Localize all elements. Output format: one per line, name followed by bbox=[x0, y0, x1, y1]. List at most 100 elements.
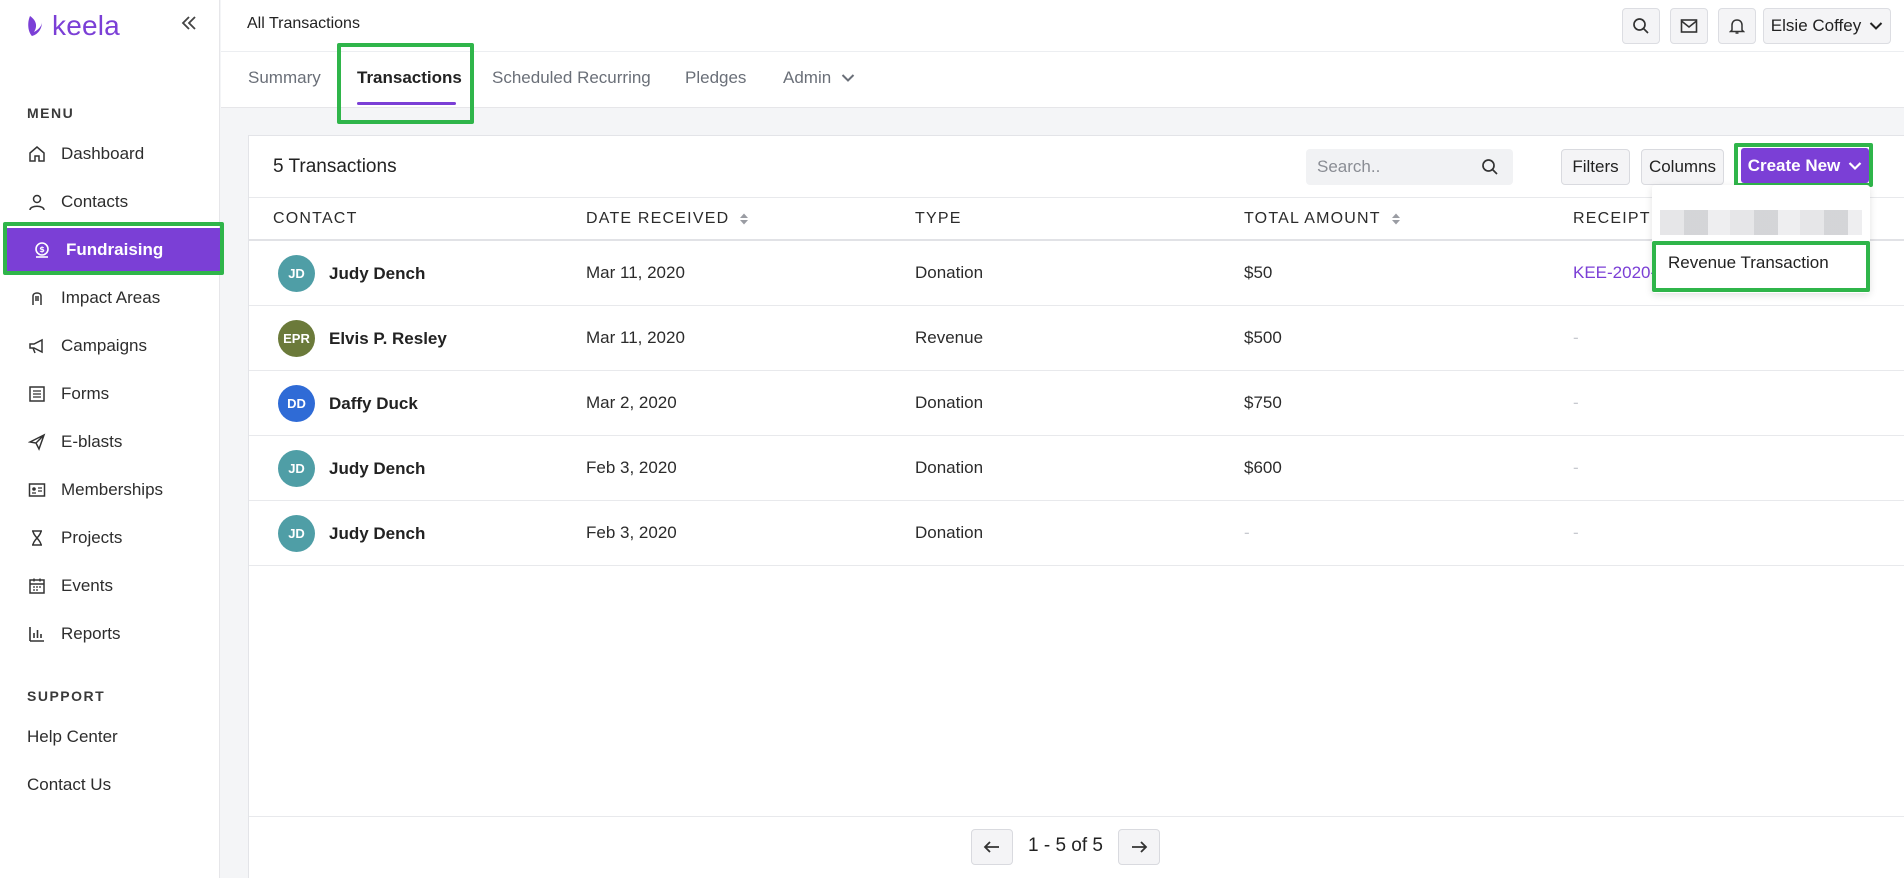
contact-name[interactable]: Judy Dench bbox=[329, 264, 425, 284]
contact-name[interactable]: Daffy Duck bbox=[329, 394, 418, 414]
sidebar-item-projects[interactable]: Projects bbox=[0, 516, 220, 560]
svg-text:$: $ bbox=[39, 245, 45, 254]
receipt-link[interactable]: KEE-2020- bbox=[1573, 263, 1656, 283]
notifications-button[interactable] bbox=[1718, 8, 1756, 44]
column-header-total-amount[interactable]: TOTAL AMOUNT bbox=[1244, 210, 1401, 228]
sidebar-item-contacts[interactable]: Contacts bbox=[0, 180, 220, 224]
table-row[interactable]: EPR Elvis P. Resley Mar 11, 2020 Revenue… bbox=[249, 306, 1904, 371]
table-row[interactable]: JD Judy Dench Feb 3, 2020 Donation - - bbox=[249, 501, 1904, 566]
column-header-contact[interactable]: CONTACT bbox=[273, 210, 358, 228]
home-icon bbox=[27, 144, 47, 164]
contact-cell[interactable]: JD Judy Dench bbox=[278, 450, 425, 487]
tab-pledges[interactable]: Pledges bbox=[685, 68, 746, 88]
receipt-cell: - bbox=[1573, 328, 1579, 347]
sidebar-item-memberships[interactable]: Memberships bbox=[0, 468, 220, 512]
bell-icon bbox=[1729, 19, 1745, 34]
search-field[interactable] bbox=[1306, 149, 1513, 185]
filters-button[interactable]: Filters bbox=[1561, 149, 1630, 185]
messages-button[interactable] bbox=[1670, 8, 1708, 44]
redacted-menu-item[interactable] bbox=[1660, 210, 1862, 235]
sidebar-item-events[interactable]: Events bbox=[0, 564, 220, 608]
column-header-receipt[interactable]: RECEIPT bbox=[1573, 210, 1651, 228]
logo-text: keela bbox=[52, 10, 120, 41]
previous-page-button[interactable] bbox=[971, 829, 1013, 865]
sidebar-item-label: Campaigns bbox=[61, 336, 147, 355]
top-header: All Transactions Elsie Coffey bbox=[221, 0, 1904, 52]
contact-name[interactable]: Judy Dench bbox=[329, 524, 425, 544]
collapse-sidebar-icon[interactable] bbox=[178, 12, 200, 34]
arrow-right-icon bbox=[1132, 841, 1148, 853]
contact-name[interactable]: Judy Dench bbox=[329, 459, 425, 479]
column-header-label: RECEIPT bbox=[1573, 210, 1651, 227]
sidebar-item-label: Contacts bbox=[61, 192, 129, 211]
amount-cell: $600 bbox=[1244, 458, 1282, 477]
receipt-cell: - bbox=[1573, 393, 1579, 412]
type-cell: Revenue bbox=[915, 328, 984, 347]
sidebar-item-label: Projects bbox=[61, 528, 123, 547]
avatar: JD bbox=[278, 255, 315, 292]
form-icon bbox=[27, 384, 47, 404]
contact-cell[interactable]: DD Daffy Duck bbox=[278, 385, 418, 422]
contact-cell[interactable]: EPR Elvis P. Resley bbox=[278, 320, 447, 357]
sidebar-item-forms[interactable]: Forms bbox=[0, 372, 220, 416]
amount-cell: - bbox=[1244, 523, 1250, 542]
search-icon bbox=[1633, 18, 1649, 34]
tab-scheduled-recurring[interactable]: Scheduled Recurring bbox=[492, 68, 651, 88]
contact-cell[interactable]: JD Judy Dench bbox=[278, 515, 425, 552]
page-title: All Transactions bbox=[247, 15, 360, 32]
support-label: SUPPORT bbox=[27, 688, 106, 704]
keela-logo[interactable]: keela bbox=[26, 10, 120, 42]
sidebar-item-e-blasts[interactable]: E-blasts bbox=[0, 420, 220, 464]
transactions-count-title: 5 Transactions bbox=[273, 156, 397, 177]
money-icon: $ bbox=[32, 240, 52, 260]
sidebar-item-fundraising[interactable]: $ Fundraising bbox=[5, 228, 221, 272]
column-header-label: TOTAL AMOUNT bbox=[1244, 210, 1381, 227]
tab-transactions[interactable]: Transactions bbox=[357, 68, 462, 88]
sidebar-item-impact-areas[interactable]: Impact Areas bbox=[0, 276, 220, 320]
pagination-status: 1 - 5 of 5 bbox=[1028, 835, 1103, 856]
date-cell: Mar 11, 2020 bbox=[586, 263, 685, 282]
create-new-dropdown-menu bbox=[1652, 185, 1870, 293]
date-cell: Mar 2, 2020 bbox=[586, 393, 677, 412]
table-row[interactable]: JD Judy Dench Feb 3, 2020 Donation $600 … bbox=[249, 436, 1904, 501]
sidebar-item-dashboard[interactable]: Dashboard bbox=[0, 132, 220, 176]
contact-cell[interactable]: JD Judy Dench bbox=[278, 255, 425, 292]
sidebar-item-campaigns[interactable]: Campaigns bbox=[0, 324, 220, 368]
paper-plane-icon bbox=[27, 432, 47, 452]
search-input[interactable] bbox=[1317, 157, 1477, 177]
next-page-button[interactable] bbox=[1118, 829, 1160, 865]
column-header-date-received[interactable]: DATE RECEIVED bbox=[586, 210, 749, 228]
table-row[interactable]: DD Daffy Duck Mar 2, 2020 Donation $750 … bbox=[249, 371, 1904, 436]
hand-icon bbox=[27, 288, 47, 308]
sort-icon[interactable] bbox=[1391, 212, 1401, 226]
search-icon[interactable] bbox=[1481, 158, 1499, 176]
tab-admin[interactable]: Admin bbox=[783, 68, 855, 88]
columns-button[interactable]: Columns bbox=[1641, 149, 1724, 185]
type-cell: Donation bbox=[915, 523, 984, 542]
tab-summary[interactable]: Summary bbox=[248, 68, 321, 88]
sidebar-item-reports[interactable]: Reports bbox=[0, 612, 220, 656]
help-center-link[interactable]: Help Center bbox=[27, 727, 118, 747]
bar-chart-icon bbox=[27, 624, 47, 644]
sort-icon[interactable] bbox=[739, 212, 749, 226]
sidebar-item-label: Memberships bbox=[61, 480, 164, 499]
date-cell: Feb 3, 2020 bbox=[586, 523, 677, 542]
sidebar: keela MENU Dashboard Contacts $ Fundrais… bbox=[0, 0, 224, 878]
arrow-left-icon bbox=[983, 841, 999, 853]
column-header-label: TYPE bbox=[915, 210, 962, 227]
search-button[interactable] bbox=[1622, 8, 1660, 44]
column-header-type[interactable]: TYPE bbox=[915, 210, 962, 228]
contact-us-link[interactable]: Contact Us bbox=[27, 775, 111, 795]
user-icon bbox=[27, 192, 47, 212]
sidebar-item-label: Reports bbox=[61, 624, 121, 643]
avatar: JD bbox=[278, 450, 315, 487]
user-menu-button[interactable]: Elsie Coffey bbox=[1763, 8, 1891, 44]
amount-cell: $500 bbox=[1244, 328, 1282, 347]
column-header-label: DATE RECEIVED bbox=[586, 210, 730, 227]
date-cell: Mar 11, 2020 bbox=[586, 328, 685, 347]
sidebar-item-label: Fundraising bbox=[66, 240, 164, 259]
menu-item-revenue-transaction[interactable]: Revenue Transaction bbox=[1668, 253, 1829, 273]
contact-name[interactable]: Elvis P. Resley bbox=[329, 329, 447, 349]
create-new-button[interactable]: Create New bbox=[1741, 148, 1869, 183]
type-cell: Donation bbox=[915, 263, 984, 282]
